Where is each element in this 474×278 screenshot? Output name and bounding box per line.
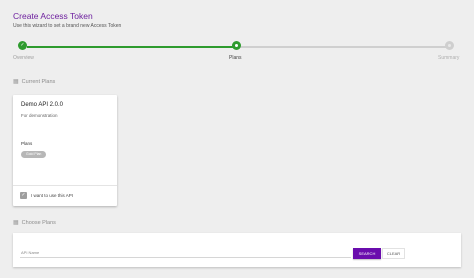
choose-plans-section-header: ▦ Choose Plans: [13, 219, 56, 227]
api-plan-card: Demo API 2.0.0 For demonstration Plans G…: [13, 95, 117, 206]
step-summary-indicator[interactable]: [445, 41, 454, 50]
stepper-progress-line: [27, 45, 236, 48]
current-plans-section-header: ▦ Current Plans: [13, 78, 56, 86]
api-card-plans-label: Plans: [21, 141, 33, 146]
use-api-checkbox-label[interactable]: I want to use this API: [31, 193, 73, 198]
checkbox-check-icon: ✓: [21, 192, 26, 198]
api-name-search-input[interactable]: [20, 247, 351, 258]
choose-plans-panel: SEARCH CLEAR: [13, 233, 461, 267]
choose-plans-heading: Choose Plans: [21, 219, 56, 226]
api-card-description: For demonstration: [21, 113, 58, 118]
step-plans-indicator[interactable]: [231, 41, 241, 50]
active-step-dot-icon: [234, 44, 238, 47]
grid-icon: ▦: [13, 220, 19, 226]
api-card-title: Demo API 2.0.0: [21, 102, 64, 108]
step-overview-label[interactable]: Overview: [13, 55, 34, 61]
check-icon: ✓: [20, 42, 25, 48]
card-divider: [13, 185, 117, 186]
create-access-token-page: Create Access Token Use this wizard to s…: [0, 0, 474, 278]
plan-chip[interactable]: Gold Plan: [21, 151, 47, 158]
page-title: Create Access Token: [13, 11, 93, 21]
step-plans-label[interactable]: Plans: [229, 55, 242, 61]
clear-button[interactable]: CLEAR: [382, 248, 405, 259]
page-subtitle: Use this wizard to set a brand new Acces…: [13, 23, 122, 29]
pending-step-dot-icon: [448, 44, 451, 47]
step-summary-label[interactable]: Summary: [438, 55, 459, 61]
wizard-stepper: ✓ Overview Plans Summary: [0, 40, 474, 64]
use-api-checkbox[interactable]: ✓: [20, 192, 27, 199]
search-button[interactable]: SEARCH: [353, 248, 381, 259]
grid-icon: ▦: [13, 79, 19, 85]
stepper-remaining-line: [240, 45, 449, 48]
current-plans-heading: Current Plans: [21, 78, 56, 85]
step-overview-indicator[interactable]: ✓: [18, 41, 27, 50]
